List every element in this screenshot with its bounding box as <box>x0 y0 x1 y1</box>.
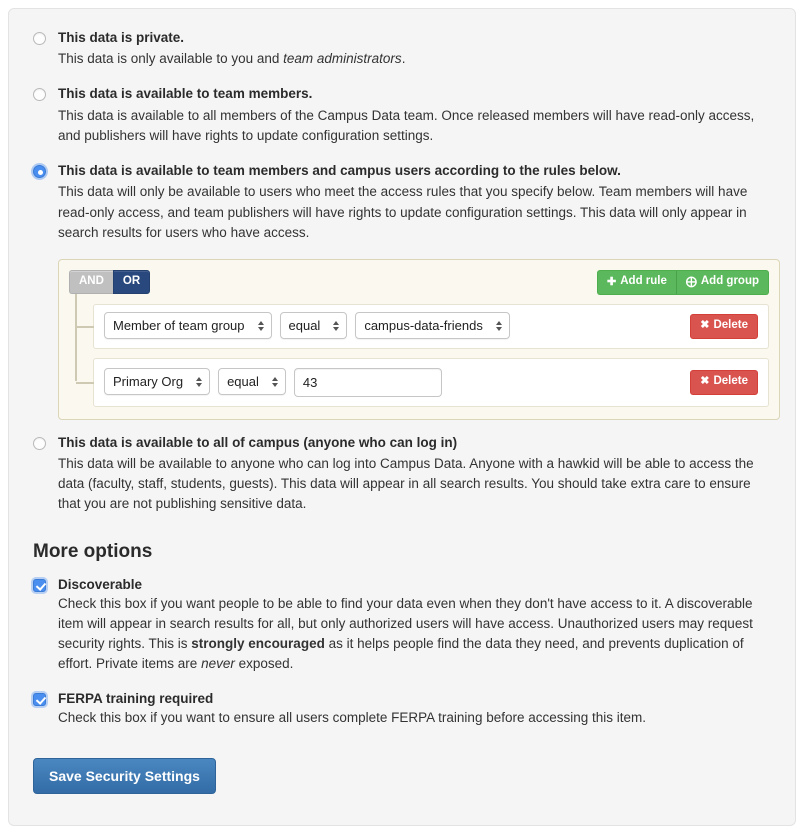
radio-option-private[interactable]: This data is private. This data is only … <box>33 29 771 69</box>
rule-row: Member of team group equal campus-data-f… <box>76 303 769 349</box>
rule-operator-select[interactable]: equal <box>218 368 286 396</box>
rule-operator-select[interactable]: equal <box>279 312 348 340</box>
radio-private-title: This data is private. <box>58 30 185 45</box>
delete-rule-button[interactable]: ✖ Delete <box>690 369 758 395</box>
query-builder-header: AND OR ✚ Add rule ⨁ Add group <box>69 270 769 295</box>
checkbox-option-discoverable[interactable]: Discoverable Check this box if you want … <box>33 577 771 675</box>
radio-private-description: This data is only available to you and t… <box>58 49 771 69</box>
desc-text-emphasis: team administrators <box>283 51 402 67</box>
rule-field-select[interactable]: Primary Org <box>104 368 211 396</box>
radio-private-indicator[interactable] <box>33 32 46 45</box>
radio-rules-description: This data will only be available to user… <box>58 184 748 240</box>
radio-option-team-members[interactable]: This data is available to team members. … <box>33 85 771 146</box>
ferpa-label: FERPA training required <box>58 690 214 706</box>
ferpa-description: Check this box if you want to ensure all… <box>58 709 647 725</box>
radio-team-members-title: This data is available to team members. <box>58 86 313 102</box>
discoverable-description: Check this box if you want people to be … <box>58 594 771 675</box>
radio-rules-title: This data is available to team members a… <box>58 163 621 179</box>
x-icon: ✖ <box>700 319 710 332</box>
rule-field-select-wrapper[interactable]: Primary Org <box>104 368 211 396</box>
delete-rule-label: Delete <box>713 318 748 331</box>
desc-emphasis: never <box>201 656 235 672</box>
condition-toggle-group[interactable]: AND OR <box>69 270 151 294</box>
plus-icon: ✚ <box>607 275 617 288</box>
checkbox-option-ferpa[interactable]: FERPA training required Check this box i… <box>33 691 771 728</box>
radio-option-all-campus[interactable]: This data is available to all of campus … <box>33 434 771 515</box>
desc-part-3: exposed. <box>234 656 294 672</box>
query-builder-wrapper: AND OR ✚ Add rule ⨁ Add group Member of … <box>33 259 780 420</box>
radio-all-campus-title: This data is available to all of campus … <box>58 434 458 450</box>
desc-text-pre: This data is only available to you and <box>58 51 284 67</box>
x-icon: ✖ <box>700 375 710 388</box>
condition-or-button[interactable]: OR <box>112 270 151 294</box>
rule-field-select[interactable]: Member of team group <box>104 312 272 340</box>
desc-text-post: . <box>401 51 406 67</box>
ferpa-checkbox[interactable] <box>33 692 46 706</box>
radio-all-campus-description: This data will be available to anyone wh… <box>58 455 754 512</box>
radio-rules-indicator[interactable] <box>33 165 46 179</box>
add-rule-label: Add rule <box>620 275 667 288</box>
delete-rule-label: Delete <box>713 374 748 387</box>
settings-content: This data is private. This data is only … <box>9 9 795 810</box>
query-builder: AND OR ✚ Add rule ⨁ Add group Member of … <box>58 259 780 420</box>
save-security-settings-button[interactable]: Save Security Settings <box>33 757 216 794</box>
discoverable-label: Discoverable <box>58 576 143 592</box>
radio-team-members-description: This data is available to all members of… <box>58 107 755 143</box>
radio-team-members-indicator[interactable] <box>33 88 46 102</box>
security-settings-panel: This data is private. This data is only … <box>8 8 796 826</box>
rules-list: Member of team group equal campus-data-f… <box>69 281 769 407</box>
discoverable-checkbox[interactable] <box>33 578 46 592</box>
desc-strong: strongly encouraged <box>191 636 325 652</box>
add-group-button[interactable]: ⨁ Add group <box>676 270 769 295</box>
add-buttons-group: ✚ Add rule ⨁ Add group <box>597 270 769 295</box>
radio-option-rules[interactable]: This data is available to team members a… <box>33 162 771 243</box>
rule-value-select[interactable]: campus-data-friends <box>355 312 510 340</box>
rule-operator-select-wrapper[interactable]: equal <box>279 312 348 340</box>
rule-row: Primary Org equal ✖ Delete <box>76 357 769 407</box>
rule-field-select-wrapper[interactable]: Member of team group <box>104 312 272 340</box>
add-rule-button[interactable]: ✚ Add rule <box>597 270 677 295</box>
rule-value-select-wrapper[interactable]: campus-data-friends <box>355 312 510 340</box>
condition-and-button[interactable]: AND <box>69 270 113 294</box>
radio-all-campus-indicator[interactable] <box>33 436 46 450</box>
add-group-label: Add group <box>700 275 759 288</box>
more-options-heading: More options <box>33 540 153 562</box>
rule-operator-select-wrapper[interactable]: equal <box>218 368 286 396</box>
delete-rule-button[interactable]: ✖ Delete <box>690 313 758 339</box>
rule-value-input[interactable] <box>293 367 442 397</box>
plus-circle-icon: ⨁ <box>685 275 697 288</box>
